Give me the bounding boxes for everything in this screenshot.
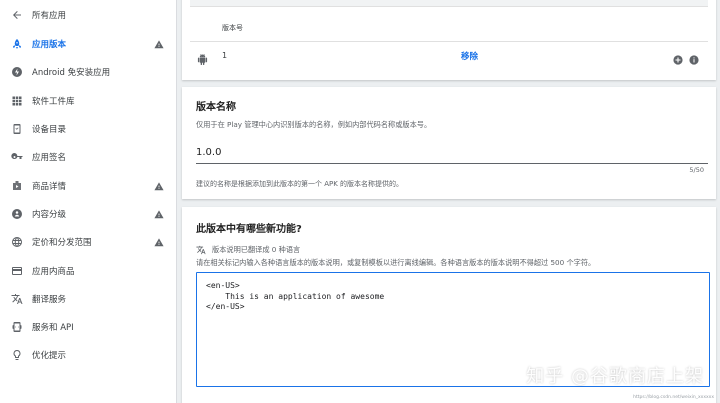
bolt-icon [10, 65, 24, 79]
remove-link[interactable]: 移除 [461, 50, 478, 62]
warning-icon [154, 233, 164, 252]
warning-icon [154, 35, 164, 54]
sidebar-item-label: 所有应用 [32, 11, 67, 21]
char-counter: 5/50 [689, 166, 704, 174]
sidebar-item-label: 翻译服务 [32, 294, 67, 305]
table-top-strip [190, 0, 708, 7]
sidebar-item[interactable]: 商品详情 [0, 171, 176, 199]
release-name-hint: 建议的名称是根据添加到此版本的第一个 APK 的版本名称提供的。 [196, 180, 404, 188]
sidebar-item-label: 优化提示 [32, 351, 67, 362]
card-icon [10, 264, 24, 278]
grid-icon [10, 94, 24, 108]
lightbulb-icon [10, 348, 24, 362]
rocket-icon [10, 37, 24, 51]
sidebar-item-label: 服务和 API [32, 323, 74, 334]
sidebar-item-label: 应用内商品 [32, 266, 75, 277]
sidebar-item[interactable]: 设备目录 [0, 115, 176, 143]
release-name-description: 仅用于在 Play 管理中心内识别版本的名称，例如内部代码名称或版本号。 [196, 120, 432, 129]
source-url: https://blog.csdn.net/weixin_xxxxxx [633, 395, 714, 400]
info-icon[interactable] [689, 50, 699, 69]
release-name-input[interactable] [196, 142, 708, 164]
translate-icon [10, 292, 24, 306]
release-name-card: 版本名称 仅用于在 Play 管理中心内识别版本的名称，例如内部代码名称或版本号… [182, 87, 716, 199]
sidebar-item[interactable]: 软件工件库 [0, 87, 176, 115]
translation-status: 版本说明已翻译成 0 种语言 [196, 240, 300, 259]
sidebar-item-label: 商品详情 [32, 181, 67, 192]
back-arrow-icon [10, 8, 24, 22]
sidebar-item[interactable]: Android 免安装应用 [0, 58, 176, 86]
translation-status-text: 版本说明已翻译成 0 种语言 [212, 244, 301, 254]
sidebar-item[interactable]: 应用签名 [0, 143, 176, 171]
versions-card: 版本号 1 移除 [182, 0, 716, 80]
sidebar-item[interactable]: 翻译服务 [0, 285, 176, 313]
key-icon [10, 150, 24, 164]
sidebar-item[interactable]: 定价和分发范围 [0, 228, 176, 256]
translate-icon [196, 240, 206, 259]
sidebar-item[interactable]: 应用内商品 [0, 256, 176, 284]
android-icon [197, 50, 208, 69]
sidebar-item-label: 软件工件库 [32, 96, 75, 107]
sidebar-item[interactable]: 内容分级 [0, 200, 176, 228]
table-row: 1 移除 [190, 42, 708, 70]
whats-new-title: 此版本中有哪些新功能? [196, 224, 302, 235]
whats-new-description: 请在相关标记内输入各种语言版本的版本说明，或复制模板以进行离线编辑。各种语言版本… [196, 258, 596, 267]
sidebar-item-label: 内容分级 [32, 209, 67, 220]
add-circle-icon[interactable] [673, 50, 683, 69]
watermark: 知乎 @谷歌商店上架 [526, 366, 704, 387]
main-content: 版本号 1 移除 版本名称 仅用于在 Play 管理中心内识别版本的名称，例如内… [177, 0, 720, 403]
release-name-title: 版本名称 [196, 102, 236, 113]
sidebar-item[interactable]: 应用版本 [0, 30, 176, 58]
rating-icon [10, 207, 24, 221]
phone-icon [10, 122, 24, 136]
sidebar-item-label: 设备目录 [32, 125, 67, 136]
globe-icon [10, 235, 24, 249]
sidebar-item[interactable]: 优化提示 [0, 341, 176, 369]
sidebar-item-label: 定价和分发范围 [32, 238, 92, 249]
version-code-value: 1 [222, 51, 228, 60]
api-icon [10, 320, 24, 334]
sidebar-item-label: 应用签名 [32, 153, 67, 164]
sidebar-item[interactable]: 服务和 API [0, 313, 176, 341]
sidebar: 所有应用应用版本 Android 免安装应用 软件工件库设备目录应用签名商品详情内容… [0, 0, 177, 403]
column-header-version-code: 版本号 [222, 24, 243, 32]
warning-icon [154, 204, 164, 223]
sidebar-item[interactable]: 所有应用 [0, 0, 176, 30]
sidebar-item-label: Android 免安装应用 [32, 68, 111, 79]
sidebar-item-label: 应用版本 [32, 40, 67, 51]
store-icon [10, 179, 24, 193]
warning-icon [154, 176, 164, 195]
